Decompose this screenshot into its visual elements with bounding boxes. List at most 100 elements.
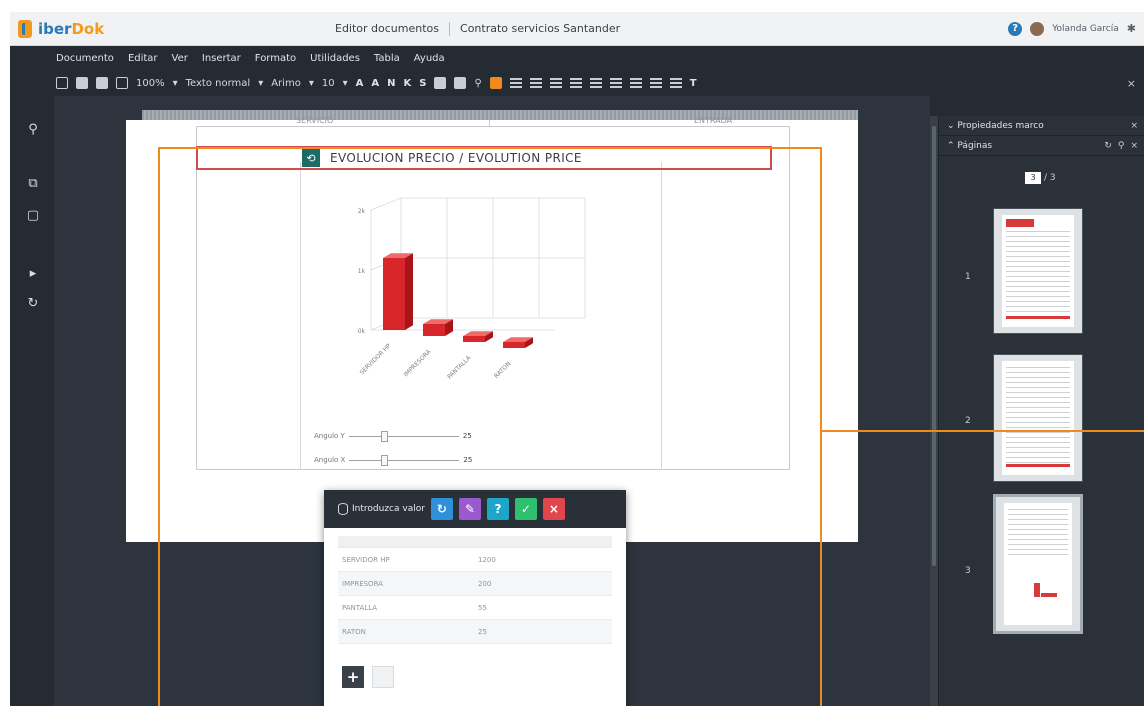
page-number-input[interactable]: 3 [1025,172,1041,184]
save-icon[interactable] [76,77,88,89]
table-icon[interactable] [454,77,467,89]
page-thumbnail[interactable] [993,354,1083,482]
chevron-down-icon: ⌄ [947,120,958,131]
print-icon[interactable] [116,77,128,89]
menu-utilidades[interactable]: Utilidades [310,53,360,64]
gear-icon[interactable]: ✱ [1127,22,1136,35]
close-icon[interactable]: × [1130,121,1138,131]
bullet-list-icon[interactable] [609,78,622,88]
table-cell-text: ENTRADA [694,116,733,125]
font-select[interactable]: Arimo [271,78,301,89]
edit-button[interactable]: ✎ [458,498,481,520]
thumbnail-text [1006,367,1070,465]
table-row[interactable]: RATON 25 [338,620,612,644]
numbered-list-icon[interactable] [629,78,642,88]
help-icon[interactable]: ? [1008,21,1023,36]
row-label: SERVIDOR HP [342,555,390,564]
left-tool-rail: ⚲ ⧉ ▢ ▸ ↻ [10,96,54,706]
page-thumbnail-selected[interactable] [993,494,1083,634]
image-icon[interactable] [434,77,447,89]
menu-tabla[interactable]: Tabla [374,53,400,64]
page-total: / 3 [1044,173,1056,183]
thumbnail-number: 1 [965,272,971,282]
close-icon[interactable]: × [1127,77,1136,90]
page-icon[interactable]: ▢ [25,208,41,223]
menu-documento[interactable]: Documento [56,53,114,64]
line-spacing-icon[interactable] [589,78,602,88]
database-icon [338,503,348,515]
pages-label: Páginas [957,140,993,151]
chevron-down-icon[interactable]: ▾ [258,78,263,89]
font-size-select[interactable]: 10 [322,78,335,89]
row-value[interactable]: 1200 [478,556,578,564]
add-row-button[interactable]: + [342,666,364,688]
font-color-icon[interactable]: A [356,78,364,89]
thumbnail-number: 2 [965,416,971,426]
indent-icon[interactable] [649,78,662,88]
properties-header[interactable]: ⌄ Propiedades marco × [939,116,1144,136]
refresh-button[interactable]: ↻ [430,498,453,520]
zoom-select[interactable]: 100% [136,78,165,89]
row-label: RATON [342,627,366,636]
table-row[interactable]: PANTALLA 55 [338,596,612,620]
row-value[interactable]: 200 [478,580,578,588]
user-area: ? Yolanda García ✱ [1008,21,1136,36]
dialog-title-text: Introduzca valor [352,504,425,514]
refresh-icon[interactable]: ↻ [1104,141,1112,151]
row-label: PANTALLA [342,603,378,612]
app-logo[interactable]: iberDok [18,19,105,38]
help-button[interactable]: ? [486,498,509,520]
value-entry-dialog: Introduzca valor ↻ ✎ ? ✓ × SERVIDOR HP 1… [324,490,626,706]
pages-header[interactable]: ⌃ Páginas ↻ ⚲ × [939,136,1144,156]
align-center-icon[interactable] [529,78,542,88]
play-icon[interactable]: ▸ [25,266,41,281]
confirm-button[interactable]: ✓ [514,498,537,520]
chevron-down-icon[interactable]: ▾ [173,78,178,89]
new-document-icon[interactable] [56,77,68,89]
chevron-down-icon[interactable]: ▾ [343,78,348,89]
highlight-color-icon[interactable]: A [371,78,379,89]
title-divider [449,21,451,36]
delete-row-button[interactable] [372,666,394,688]
page-thumbnail[interactable] [993,208,1083,334]
user-name[interactable]: Yolanda García [1052,24,1119,34]
table-row[interactable]: SERVIDOR HP 1200 [338,548,612,572]
save-as-icon[interactable] [96,77,108,89]
page-width-icon[interactable]: ⧉ [25,176,41,191]
thumbnail-page [1004,503,1072,625]
close-icon[interactable]: × [1130,141,1138,151]
align-right-icon[interactable] [549,78,562,88]
menu-ayuda[interactable]: Ayuda [414,53,445,64]
active-format-icon[interactable] [489,77,502,89]
bold-button[interactable]: N [387,78,395,89]
refresh-icon[interactable]: ↻ [25,296,41,311]
link-icon[interactable]: ⚲ [474,78,481,89]
thumbnail-header [1006,219,1034,227]
thumbnail-page [1002,361,1074,475]
underline-button[interactable]: S [419,78,426,89]
menu-editar[interactable]: Editar [128,53,158,64]
logo-text: iberDok [38,19,105,38]
iberdok-logo-icon [18,19,32,38]
workspace-scrollbar[interactable] [930,116,938,706]
text-size-icon[interactable]: T [690,78,697,89]
outdent-icon[interactable] [669,78,682,88]
menu-insertar[interactable]: Insertar [202,53,241,64]
menu-formato[interactable]: Formato [255,53,296,64]
dialog-header: Introduzca valor ↻ ✎ ? ✓ × [324,490,626,528]
row-value[interactable]: 25 [478,628,578,636]
menu-ver[interactable]: Ver [172,53,188,64]
italic-button[interactable]: K [403,78,411,89]
search-icon[interactable]: ⚲ [1118,141,1125,151]
style-select[interactable]: Texto normal [186,78,251,89]
chevron-down-icon[interactable]: ▾ [309,78,314,89]
avatar[interactable] [1030,21,1045,36]
highlight-connector [820,430,1144,432]
cancel-button[interactable]: × [542,498,565,520]
table-row[interactable]: IMPRESORA 200 [338,572,612,596]
align-left-icon[interactable] [509,78,522,88]
row-value[interactable]: 55 [478,604,578,612]
search-icon[interactable]: ⚲ [25,122,41,137]
justify-icon[interactable] [569,78,582,88]
document-title: Contrato servicios Santander [460,22,621,35]
